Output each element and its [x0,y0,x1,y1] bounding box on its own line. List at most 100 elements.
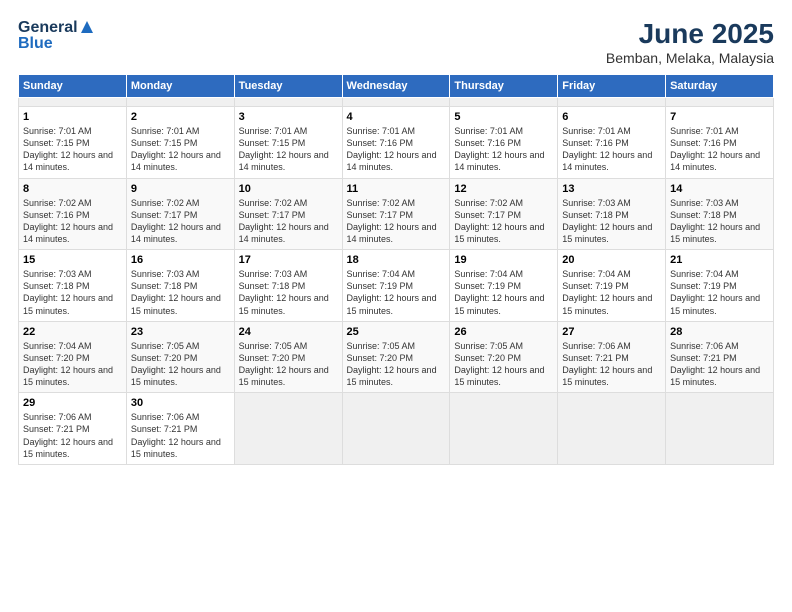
day-number: 17 [239,254,338,266]
calendar-day-7: 7Sunrise: 7:01 AMSunset: 7:16 PMDaylight… [666,107,774,179]
location: Bemban, Melaka, Malaysia [606,50,774,66]
calendar-day-6: 6 Sunrise: 7:01 AMSunset: 7:16 PMDaylight… [558,107,666,179]
calendar-header-saturday: Saturday [666,75,774,98]
logo: General Blue [18,18,94,53]
calendar-header-row: SundayMondayTuesdayWednesdayThursdayFrid… [19,75,774,98]
calendar-empty-cell [19,98,127,107]
page: General Blue June 2025 Bemban, Melaka, M… [0,0,792,612]
day-number: 14 [670,183,769,195]
calendar-empty-cell [558,98,666,107]
day-number: 13 [562,183,661,195]
calendar-empty-cell [666,393,774,465]
day-info: Sunrise: 7:02 AMSunset: 7:17 PMDaylight:… [454,197,553,246]
calendar-day-18: 18 Sunrise: 7:04 AMSunset: 7:19 PMDayligh… [342,250,450,322]
calendar-empty-cell [234,98,342,107]
day-number: 10 [239,183,338,195]
day-info: Sunrise: 7:04 AMSunset: 7:19 PMDaylight:… [670,268,769,317]
calendar-day-21: 21 Sunrise: 7:04 AMSunset: 7:19 PMDayligh… [666,250,774,322]
day-info: Sunrise: 7:06 AMSunset: 7:21 PMDaylight:… [562,340,661,389]
day-info: Sunrise: 7:01 AMSunset: 7:16 PMDaylight:… [454,125,553,174]
logo-general: General [18,19,78,37]
day-number: 24 [239,326,338,338]
calendar-day-4: 4 Sunrise: 7:01 AMSunset: 7:16 PMDaylight… [342,107,450,179]
calendar-header-tuesday: Tuesday [234,75,342,98]
day-number: 28 [670,326,769,338]
calendar-day-8: 8Sunrise: 7:02 AMSunset: 7:16 PMDaylight… [19,178,127,250]
day-number: 23 [131,326,230,338]
day-info: Sunrise: 7:02 AMSunset: 7:17 PMDaylight:… [131,197,230,246]
day-number: 26 [454,326,553,338]
day-info: Sunrise: 7:01 AMSunset: 7:15 PMDaylight:… [239,125,338,174]
calendar-day-9: 9Sunrise: 7:02 AMSunset: 7:17 PMDaylight… [126,178,234,250]
calendar-day-15: 15Sunrise: 7:03 AMSunset: 7:18 PMDayligh… [19,250,127,322]
day-info: Sunrise: 7:06 AMSunset: 7:21 PMDaylight:… [670,340,769,389]
calendar-empty-cell [342,98,450,107]
day-info: Sunrise: 7:02 AMSunset: 7:17 PMDaylight:… [347,197,446,246]
calendar-day-16: 16 Sunrise: 7:03 AMSunset: 7:18 PMDayligh… [126,250,234,322]
calendar-empty-cell [450,98,558,107]
calendar-day-27: 27 Sunrise: 7:06 AMSunset: 7:21 PMDayligh… [558,321,666,393]
day-number: 2 [131,111,230,123]
calendar-day-25: 25Sunrise: 7:05 AMSunset: 7:20 PMDayligh… [342,321,450,393]
day-number: 11 [347,183,446,195]
day-number: 1 [23,111,122,123]
calendar-week-3: 15Sunrise: 7:03 AMSunset: 7:18 PMDayligh… [19,250,774,322]
day-info: Sunrise: 7:04 AMSunset: 7:20 PMDaylight:… [23,340,122,389]
calendar-week-5: 29Sunrise: 7:06 AMSunset: 7:21 PMDayligh… [19,393,774,465]
calendar-header-sunday: Sunday [19,75,127,98]
day-info: Sunrise: 7:05 AMSunset: 7:20 PMDaylight:… [347,340,446,389]
calendar-day-14: 14 Sunrise: 7:03 AMSunset: 7:18 PMDayligh… [666,178,774,250]
day-info: Sunrise: 7:05 AMSunset: 7:20 PMDaylight:… [454,340,553,389]
day-info: Sunrise: 7:03 AMSunset: 7:18 PMDaylight:… [131,268,230,317]
day-number: 18 [347,254,446,266]
day-info: Sunrise: 7:06 AMSunset: 7:21 PMDaylight:… [23,411,122,460]
day-number: 12 [454,183,553,195]
day-info: Sunrise: 7:03 AMSunset: 7:18 PMDaylight:… [670,197,769,246]
day-info: Sunrise: 7:02 AMSunset: 7:16 PMDaylight:… [23,197,122,246]
calendar-header-wednesday: Wednesday [342,75,450,98]
day-number: 21 [670,254,769,266]
title-block: June 2025 Bemban, Melaka, Malaysia [606,18,774,66]
day-info: Sunrise: 7:03 AMSunset: 7:18 PMDaylight:… [562,197,661,246]
calendar-empty-cell [234,393,342,465]
month-year: June 2025 [606,18,774,50]
calendar-header-friday: Friday [558,75,666,98]
calendar-day-23: 23 Sunrise: 7:05 AMSunset: 7:20 PMDayligh… [126,321,234,393]
calendar-week-4: 22 Sunrise: 7:04 AMSunset: 7:20 PMDayligh… [19,321,774,393]
calendar-header-monday: Monday [126,75,234,98]
calendar-day-3: 3Sunrise: 7:01 AMSunset: 7:15 PMDaylight… [234,107,342,179]
day-info: Sunrise: 7:01 AMSunset: 7:16 PMDaylight:… [670,125,769,174]
day-info: Sunrise: 7:04 AMSunset: 7:19 PMDaylight:… [347,268,446,317]
calendar-week-0 [19,98,774,107]
calendar-week-1: 1 Sunrise: 7:01 AMSunset: 7:15 PMDaylight… [19,107,774,179]
day-info: Sunrise: 7:04 AMSunset: 7:19 PMDaylight:… [454,268,553,317]
calendar-header-thursday: Thursday [450,75,558,98]
calendar-day-29: 29Sunrise: 7:06 AMSunset: 7:21 PMDayligh… [19,393,127,465]
calendar-day-1: 1Sunrise: 7:01 AMSunset: 7:15 PMDaylight… [19,107,127,179]
calendar-day-26: 26 Sunrise: 7:05 AMSunset: 7:20 PMDayligh… [450,321,558,393]
day-number: 22 [23,326,122,338]
day-info: Sunrise: 7:02 AMSunset: 7:17 PMDaylight:… [239,197,338,246]
calendar-empty-cell [450,393,558,465]
logo-blue: Blue [18,35,94,53]
calendar-day-5: 5 Sunrise: 7:01 AMSunset: 7:16 PMDaylight… [450,107,558,179]
day-info: Sunrise: 7:01 AMSunset: 7:16 PMDaylight:… [347,125,446,174]
day-info: Sunrise: 7:05 AMSunset: 7:20 PMDaylight:… [131,340,230,389]
day-info: Sunrise: 7:01 AMSunset: 7:15 PMDaylight:… [131,125,230,174]
day-number: 16 [131,254,230,266]
calendar-day-20: 20Sunrise: 7:04 AMSunset: 7:19 PMDayligh… [558,250,666,322]
calendar-day-28: 28 Sunrise: 7:06 AMSunset: 7:21 PMDayligh… [666,321,774,393]
calendar-day-17: 17 Sunrise: 7:03 AMSunset: 7:18 PMDayligh… [234,250,342,322]
day-number: 6 [562,111,661,123]
calendar-day-12: 12 Sunrise: 7:02 AMSunset: 7:17 PMDayligh… [450,178,558,250]
day-number: 5 [454,111,553,123]
day-number: 4 [347,111,446,123]
day-info: Sunrise: 7:03 AMSunset: 7:18 PMDaylight:… [23,268,122,317]
calendar-day-13: 13 Sunrise: 7:03 AMSunset: 7:18 PMDayligh… [558,178,666,250]
day-info: Sunrise: 7:01 AMSunset: 7:16 PMDaylight:… [562,125,661,174]
calendar-table: SundayMondayTuesdayWednesdayThursdayFrid… [18,74,774,465]
day-info: Sunrise: 7:03 AMSunset: 7:18 PMDaylight:… [239,268,338,317]
header: General Blue June 2025 Bemban, Melaka, M… [18,18,774,66]
day-number: 27 [562,326,661,338]
day-info: Sunrise: 7:05 AMSunset: 7:20 PMDaylight:… [239,340,338,389]
